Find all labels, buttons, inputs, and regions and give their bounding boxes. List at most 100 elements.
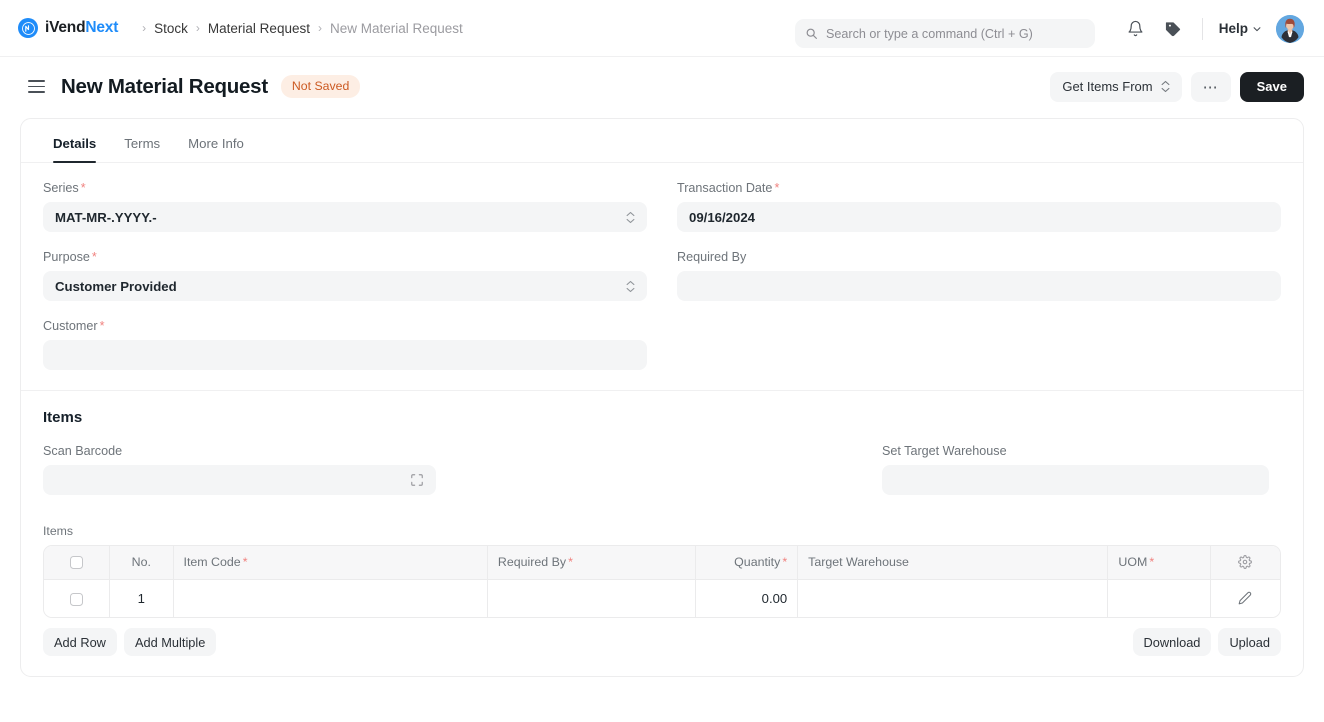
purpose-select[interactable]: Customer Provided [43, 271, 647, 301]
cell-required-by[interactable] [487, 579, 696, 617]
cell-item-code[interactable] [173, 579, 488, 617]
items-section-title: Items [43, 409, 83, 426]
field-series: Series * MAT-MR-.YYYY.- [43, 181, 647, 232]
details-right-column: Transaction Date * 09/16/2024 Required By [677, 181, 1281, 370]
add-multiple-button[interactable]: Add Multiple [123, 628, 217, 656]
required-asterisk: * [99, 319, 105, 333]
brand-text: iVendNext [45, 19, 118, 37]
field-customer: Customer * [43, 319, 647, 370]
breadcrumb-separator: › [317, 21, 322, 35]
get-items-from-button[interactable]: Get Items From [1050, 71, 1182, 102]
column-uom: UOM * [1107, 546, 1211, 580]
column-settings [1210, 546, 1280, 580]
column-required-by: Required By * [487, 546, 696, 580]
cell-uom[interactable] [1107, 579, 1211, 617]
items-grid-footer: Add Row Add Multiple Download Upload [43, 628, 1281, 656]
items-table: No. Item Code * Required By * Quantity * Ta… [43, 545, 1281, 618]
brand-logo-link[interactable]: iVendNext [18, 18, 118, 38]
customer-input[interactable] [43, 340, 647, 370]
upload-button[interactable]: Upload [1218, 628, 1281, 656]
cell-quantity[interactable]: 0.00 [695, 579, 799, 617]
status-badge: Not Saved [280, 75, 361, 98]
required-asterisk: * [568, 555, 573, 570]
page-header: New Material Request Not Saved Get Items… [0, 57, 1324, 116]
scan-barcode-wrap: Scan Barcode [43, 444, 436, 495]
breadcrumb-separator: › [142, 21, 147, 35]
set-target-warehouse-input[interactable] [882, 465, 1269, 495]
tab-details[interactable]: Details [39, 136, 110, 163]
field-required-by: Required By [677, 250, 1281, 301]
set-target-warehouse-label: Set Target Warehouse [882, 444, 1007, 458]
help-label: Help [1218, 21, 1248, 36]
required-asterisk: * [774, 181, 780, 195]
purpose-value: Customer Provided [55, 278, 177, 294]
scan-barcode-label: Scan Barcode [43, 444, 123, 458]
pencil-icon[interactable] [1221, 591, 1270, 605]
column-no: No. [109, 546, 174, 580]
chevron-updown-icon [626, 211, 635, 224]
set-target-warehouse-wrap: Set Target Warehouse [882, 444, 1269, 495]
required-by-label: Required By [677, 250, 747, 264]
select-all-checkbox[interactable] [70, 556, 84, 570]
column-quantity: Quantity * [695, 546, 799, 580]
required-asterisk: * [1149, 555, 1155, 570]
purpose-label: Purpose * [43, 250, 97, 264]
table-header-row: No. Item Code * Required By * Quantity * Ta… [44, 546, 1280, 580]
user-avatar[interactable] [1276, 14, 1304, 43]
required-by-input[interactable] [677, 271, 1281, 301]
more-actions-button[interactable]: ⋯ [1190, 71, 1231, 102]
get-items-from-label: Get Items From [1062, 79, 1153, 94]
search-input[interactable] [826, 26, 1085, 41]
series-label: Series * [43, 181, 86, 195]
transaction-date-label: Transaction Date * [677, 181, 780, 195]
series-value: MAT-MR-.YYYY.- [55, 209, 157, 225]
page-header-actions: Get Items From ⋯ Save [1050, 71, 1304, 102]
row-checkbox[interactable] [70, 592, 84, 606]
download-button[interactable]: Download [1132, 628, 1212, 656]
breadcrumb-item-material-request[interactable]: Material Request [208, 21, 310, 36]
column-select-all [44, 546, 111, 580]
form-tabs: Details Terms More Info [21, 119, 1303, 163]
column-target-warehouse: Target Warehouse [797, 546, 1109, 580]
ivend-logo-icon [18, 18, 38, 38]
required-asterisk: * [782, 555, 788, 570]
gear-icon[interactable] [1221, 555, 1270, 570]
items-grid-label: Items [43, 524, 74, 538]
chevron-updown-icon [626, 280, 635, 293]
required-asterisk: * [91, 250, 97, 264]
search-icon [805, 27, 818, 40]
cell-target-warehouse[interactable] [797, 579, 1109, 617]
breadcrumb-separator: › [195, 21, 200, 35]
required-asterisk: * [80, 181, 86, 195]
brand-text-secondary: Next [85, 19, 119, 36]
table-row[interactable]: 1 0.00 [44, 579, 1280, 617]
bell-icon[interactable] [1124, 17, 1148, 41]
top-navbar: iVendNext › Stock › Material Request › N… [0, 0, 1324, 57]
items-section: Items Scan Barcode Set Target Warehouse [21, 391, 1303, 676]
barcode-scan-icon[interactable] [410, 473, 424, 487]
help-menu[interactable]: Help [1219, 21, 1262, 36]
add-row-button[interactable]: Add Row [43, 628, 117, 656]
customer-label: Customer * [43, 319, 105, 333]
page-title: New Material Request [61, 74, 268, 98]
tab-terms[interactable]: Terms [110, 136, 174, 162]
transaction-date-value: 09/16/2024 [689, 209, 756, 225]
chevron-updown-icon [1161, 80, 1170, 93]
tag-icon[interactable] [1162, 17, 1186, 41]
form-card: Details Terms More Info Series * MAT-MR-.… [20, 118, 1304, 677]
breadcrumb: › Stock › Material Request › New Materia… [134, 21, 463, 36]
global-search[interactable] [795, 19, 1095, 48]
scan-barcode-input[interactable] [43, 465, 436, 495]
details-section: Series * MAT-MR-.YYYY.- Purpose * Custom… [21, 163, 1303, 391]
breadcrumb-item-stock[interactable]: Stock [154, 21, 188, 36]
chevron-down-icon [1252, 24, 1262, 34]
transaction-date-input[interactable]: 09/16/2024 [677, 202, 1281, 232]
items-grid: Items No. Item Code * Required By * Quan… [43, 524, 1281, 656]
save-button[interactable]: Save [1239, 71, 1304, 102]
tab-more-info[interactable]: More Info [174, 136, 258, 162]
hamburger-menu-icon[interactable] [28, 79, 45, 94]
field-purpose: Purpose * Customer Provided [43, 250, 647, 301]
row-number: 1 [109, 579, 174, 617]
details-left-column: Series * MAT-MR-.YYYY.- Purpose * Custom… [43, 181, 647, 370]
series-select[interactable]: MAT-MR-.YYYY.- [43, 202, 647, 232]
